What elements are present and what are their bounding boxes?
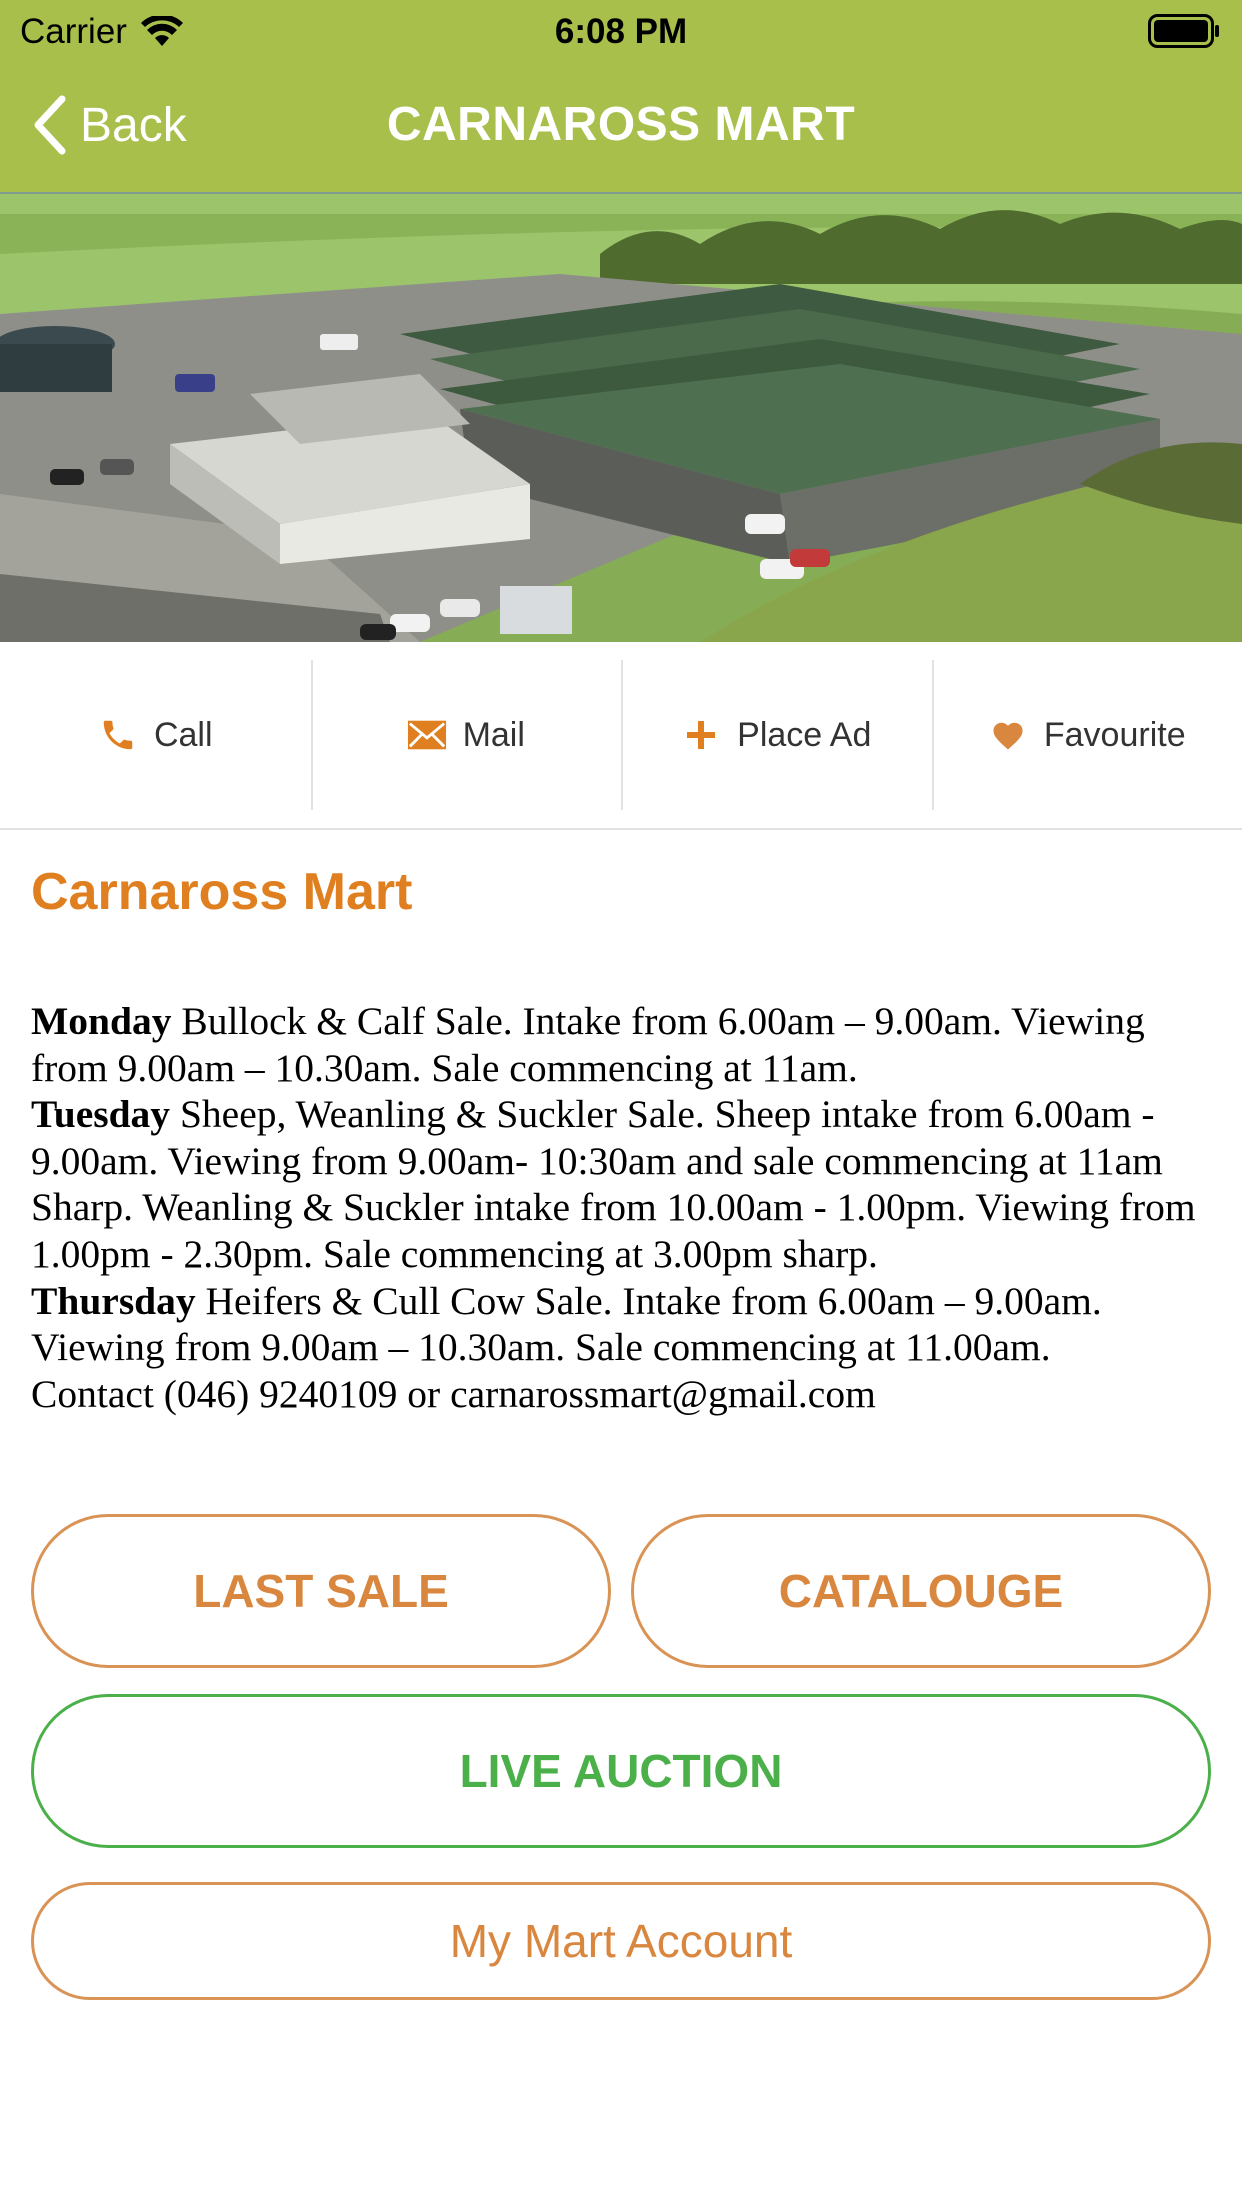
last-sale-button[interactable]: LAST SALE <box>31 1514 611 1668</box>
phone-icon <box>98 715 138 755</box>
tuesday-text: Sheep, Weanling & Suckler Sale. Sheep in… <box>31 1092 1196 1276</box>
monday-schedule: Monday Bullock & Calf Sale. Intake from … <box>31 998 1221 1091</box>
thursday-schedule: Thursday Heifers & Cull Cow Sale. Intake… <box>31 1278 1221 1371</box>
carrier-label: Carrier <box>20 12 127 51</box>
action-bar: Call Mail Place Ad Favourite <box>0 642 1242 830</box>
mail-icon <box>407 715 447 755</box>
back-button[interactable]: Back <box>32 90 187 160</box>
sale-schedule: Monday Bullock & Calf Sale. Intake from … <box>31 998 1221 1417</box>
navigation-bar: Carrier 6:08 PM Back CARNAROSS MART <box>0 0 1242 194</box>
mail-label: Mail <box>462 715 525 754</box>
favourite-label: Favourite <box>1043 715 1186 754</box>
call-button[interactable]: Call <box>0 642 311 828</box>
battery-icon <box>1148 14 1219 48</box>
contact-info: Contact (046) 9240109 or carnarossmart@g… <box>31 1371 876 1416</box>
heart-icon <box>988 715 1028 755</box>
thursday-day: Thursday <box>31 1278 196 1323</box>
my-mart-account-button[interactable]: My Mart Account <box>31 1882 1211 2000</box>
status-carrier: Carrier <box>20 8 183 56</box>
tuesday-schedule: Tuesday Sheep, Weanling & Suckler Sale. … <box>31 1091 1221 1277</box>
plus-icon <box>681 715 721 755</box>
live-auction-button[interactable]: LIVE AUCTION <box>31 1694 1211 1848</box>
mart-photo <box>0 194 1242 642</box>
status-time: 6:08 PM <box>554 12 688 51</box>
call-label: Call <box>153 715 213 754</box>
monday-day: Monday <box>31 999 172 1043</box>
wifi-icon <box>140 16 183 46</box>
mail-button[interactable]: Mail <box>310 642 622 828</box>
tuesday-day: Tuesday <box>31 1092 171 1137</box>
back-label: Back <box>80 98 187 152</box>
place-ad-label: Place Ad <box>737 715 872 754</box>
place-ad-button[interactable]: Place Ad <box>621 642 932 828</box>
chevron-left-icon <box>34 95 66 155</box>
catalogue-button[interactable]: CATALOUGE <box>631 1514 1211 1668</box>
mart-name: Carnaross Mart <box>31 863 413 921</box>
monday-text: Bullock & Calf Sale. Intake from 6.00am … <box>31 999 1145 1090</box>
favourite-button[interactable]: Favourite <box>931 642 1242 828</box>
